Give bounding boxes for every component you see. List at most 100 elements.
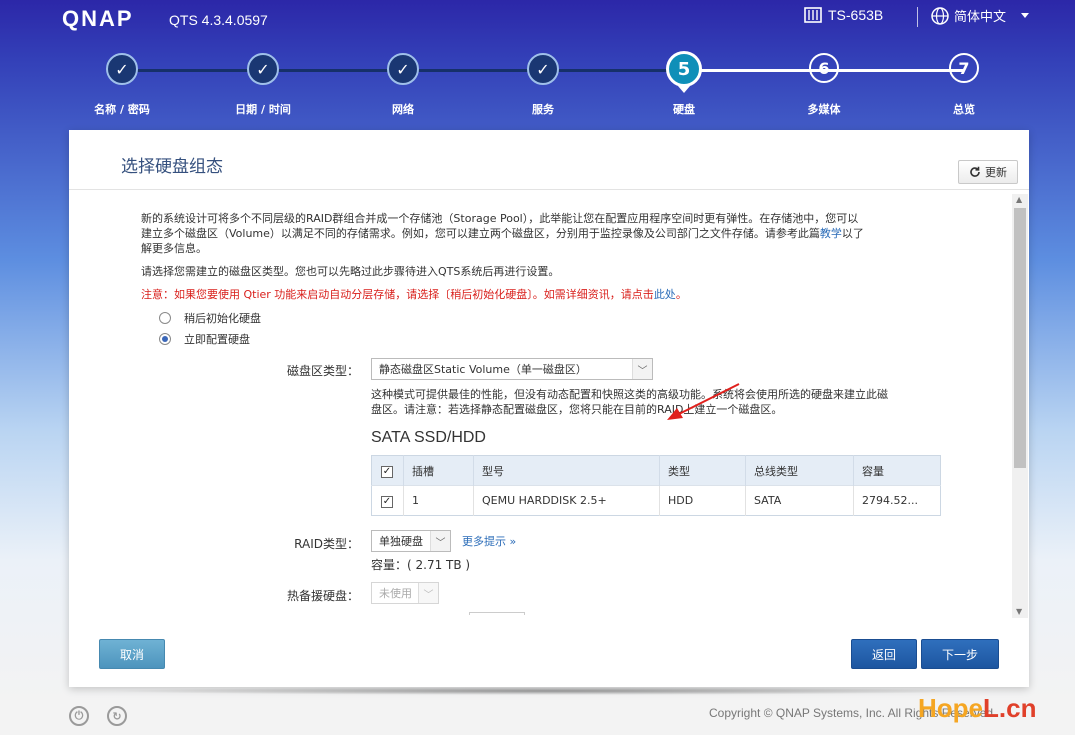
step-pointer xyxy=(678,86,690,93)
chevron-down-icon: ﹀ xyxy=(430,531,450,551)
step-6: 6 多媒体 xyxy=(774,53,874,116)
step-5: 5 硬盘 xyxy=(634,51,734,116)
cell-capacity: 2794.52... xyxy=(853,485,941,516)
radio-configure-now[interactable]: 立即配置硬盘 xyxy=(159,331,250,347)
globe-icon xyxy=(931,6,949,25)
radio-init-later[interactable]: 稍后初始化硬盘 xyxy=(159,310,261,326)
cell-slot: 1 xyxy=(403,485,474,516)
check-icon: ✓ xyxy=(247,53,279,85)
intro-line-2: 建立多个磁盘区（Volume）以满足不同的存储需求。例如，您可以建立两个磁盘区，… xyxy=(141,226,864,241)
capacity-text: 容量：( 2.71 TB ) xyxy=(371,558,471,572)
details-link[interactable]: 此处 xyxy=(654,288,676,301)
chevron-down-icon: ﹀ xyxy=(632,359,652,379)
page-title: 选择硬盘组态 xyxy=(121,157,223,177)
select-all-cell[interactable]: ✓ xyxy=(371,455,404,486)
volume-description: 这种模式可提供最佳的性能，但没有动态配置和快照这类的高级功能。系统将会使用所选的… xyxy=(371,387,888,417)
step-label: 多媒体 xyxy=(807,103,841,116)
tutorial-link[interactable]: 教学 xyxy=(820,227,842,240)
back-button[interactable]: 返回 xyxy=(851,639,917,669)
step-3: ✓ 网络 xyxy=(353,53,453,116)
annotation-arrow xyxy=(667,383,740,420)
refresh-label: 更新 xyxy=(985,166,1007,179)
hot-spare-value: 未使用 xyxy=(379,587,412,600)
scroll-content: 新的系统设计可将多个不同层级的RAID群组合并成一个存储池（Storage Po… xyxy=(69,190,1011,615)
column-bus[interactable]: 总线类型 xyxy=(745,455,854,486)
radio-label: 立即配置硬盘 xyxy=(184,333,250,346)
table-row[interactable]: ✓ 1 QEMU HARDDISK 2.5+ HDD SATA 2794.52.… xyxy=(371,485,941,516)
watermark-part-b: L.cn xyxy=(983,693,1037,723)
check-icon: ✓ xyxy=(387,53,419,85)
vertical-scrollbar[interactable]: ▲ ▼ xyxy=(1012,194,1028,618)
scroll-down-icon[interactable]: ▼ xyxy=(1016,607,1022,616)
header-divider xyxy=(917,7,918,27)
refresh-icon xyxy=(970,166,980,177)
chevron-down-icon xyxy=(1021,13,1030,18)
step-label: 日期 / 时间 xyxy=(235,103,291,116)
column-model[interactable]: 型号 xyxy=(473,455,660,486)
step-number: 5 xyxy=(666,51,702,87)
volume-type-label: 磁盘区类型： xyxy=(286,364,359,378)
step-label: 网络 xyxy=(392,103,414,116)
step-4: ✓ 服务 xyxy=(493,53,593,116)
refresh-button[interactable]: 更新 xyxy=(958,160,1018,184)
choose-text: 请选择您需建立的磁盘区类型。您也可以先略过此步骤待进入QTS系统后再进行设置。 xyxy=(141,265,560,278)
restart-icon[interactable]: ↻ xyxy=(107,706,127,726)
radio-button[interactable] xyxy=(159,312,171,324)
language-selector[interactable]: 简体中文 xyxy=(931,6,1030,25)
intro-line-3: 解更多信息。 xyxy=(141,242,207,255)
radio-label: 稍后初始化硬盘 xyxy=(184,312,261,325)
column-slot[interactable]: 插槽 xyxy=(403,455,474,486)
watermark-part-a: Hope xyxy=(918,693,983,723)
radio-button-selected[interactable] xyxy=(159,333,171,345)
qnap-logo: QNAP xyxy=(62,6,134,31)
intro-line-2-text: 建立多个磁盘区（Volume）以满足不同的存储需求。例如，您可以建立两个磁盘区，… xyxy=(141,227,820,240)
next-button[interactable]: 下一步 xyxy=(921,639,999,669)
select-all-checkbox[interactable]: ✓ xyxy=(381,465,393,478)
row-checkbox[interactable]: ✓ xyxy=(381,495,393,508)
step-number: 6 xyxy=(809,53,839,83)
disk-table: ✓ 插槽 型号 类型 总线类型 容量 ✓ 1 QEMU HARDDISK 2.5… xyxy=(371,455,941,516)
hot-spare-select[interactable]: 未使用 ﹀ xyxy=(371,582,439,604)
power-icon[interactable]: ⏻ xyxy=(69,706,89,726)
disk-section-title: SATA SSD/HDD xyxy=(371,429,486,446)
chevron-down-icon: ﹀ xyxy=(418,583,438,603)
check-icon: ✓ xyxy=(527,53,559,85)
nas-device-icon xyxy=(804,7,822,23)
volume-type-select[interactable]: 静态磁盘区Static Volume（单一磁盘区） ﹀ xyxy=(371,358,653,380)
cell-model: QEMU HARDDISK 2.5+ xyxy=(473,485,660,516)
intro-text: 新的系统设计可将多个不同层级的RAID群组合并成一个存储池（Storage Po… xyxy=(141,211,864,256)
step-label: 总览 xyxy=(953,103,975,116)
table-header-row: ✓ 插槽 型号 类型 总线类型 容量 xyxy=(371,455,941,486)
hot-spare-label: 热备援硬盘： xyxy=(286,589,359,603)
raid-type-label: RAID类型： xyxy=(294,537,359,551)
column-type[interactable]: 类型 xyxy=(659,455,746,486)
row-checkbox-cell[interactable]: ✓ xyxy=(371,485,404,516)
panel-shadow xyxy=(108,687,988,695)
qtier-note-text: 注意：如果您要使用 Qtier 功能来启动自动分层存储，请选择〔稍后初始化硬盘〕… xyxy=(141,288,654,301)
cell-bus: SATA xyxy=(745,485,854,516)
raid-type-value: 单独硬盘 xyxy=(379,535,423,548)
intro-line-1: 新的系统设计可将多个不同层级的RAID群组合并成一个存储池（Storage Po… xyxy=(141,212,859,225)
firmware-version: QTS 4.3.4.0597 xyxy=(169,12,268,28)
step-1: ✓ 名称 / 密码 xyxy=(72,53,172,116)
desc-line-1: 这种模式可提供最佳的性能，但没有动态配置和快照这类的高级功能。系统将会使用所选的… xyxy=(371,388,888,401)
check-icon: ✓ xyxy=(106,53,138,85)
more-tips-link[interactable]: 更多提示 » xyxy=(462,534,516,549)
top-bar: QNAP QTS 4.3.4.0597 TS-653B 简体中文 xyxy=(0,0,1075,36)
step-number: 7 xyxy=(949,53,979,83)
cancel-button[interactable]: 取消 xyxy=(99,639,165,669)
step-label: 服务 xyxy=(532,103,554,116)
scroll-up-icon[interactable]: ▲ xyxy=(1016,195,1022,204)
device-model-label: TS-653B xyxy=(828,7,884,23)
language-label: 简体中文 xyxy=(954,10,1007,25)
step-2: ✓ 日期 / 时间 xyxy=(213,53,313,116)
step-label: 名称 / 密码 xyxy=(94,103,150,116)
scroll-thumb[interactable] xyxy=(1014,208,1026,468)
desc-line-2: 盘区。请注意：若选择静态配置磁盘区，您将只能在目前的RAID上建立一个磁盘区。 xyxy=(371,403,783,416)
volume-type-value: 静态磁盘区Static Volume（单一磁盘区） xyxy=(379,363,587,376)
raid-type-select[interactable]: 单独硬盘 ﹀ xyxy=(371,530,451,552)
column-capacity[interactable]: 容量 xyxy=(853,455,941,486)
cell-type: HDD xyxy=(659,485,746,516)
watermark: HopeL.cn xyxy=(918,693,1036,724)
qtier-note: 注意：如果您要使用 Qtier 功能来启动自动分层存储，请选择〔稍后初始化硬盘〕… xyxy=(141,287,687,302)
